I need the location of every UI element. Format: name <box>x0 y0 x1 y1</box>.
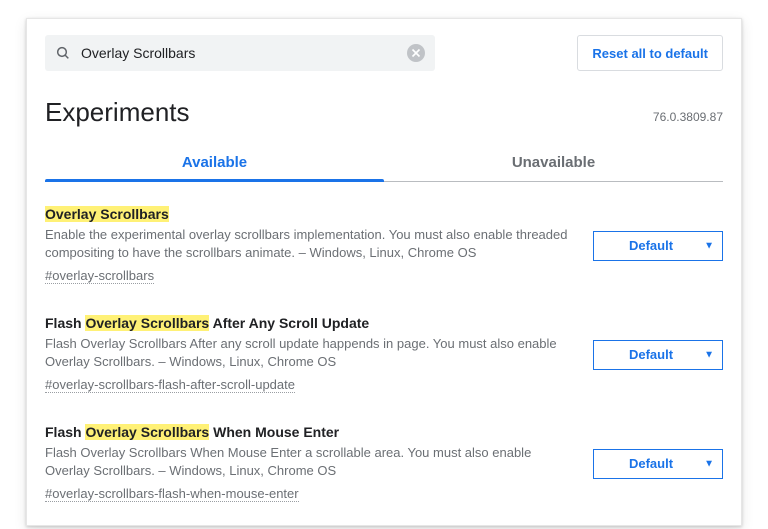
flag-state-select[interactable]: Default ▼ <box>593 231 723 261</box>
chevron-down-icon: ▼ <box>704 458 714 469</box>
search-icon <box>55 45 71 61</box>
chevron-down-icon: ▼ <box>704 349 714 360</box>
flag-text: Flash Overlay Scrollbars When Mouse Ente… <box>45 424 575 503</box>
header-row: Experiments 76.0.3809.87 <box>45 97 723 128</box>
version-label: 76.0.3809.87 <box>653 110 723 124</box>
page-title: Experiments <box>45 97 190 128</box>
flags-list: Overlay Scrollbars Enable the experimenta… <box>45 182 723 517</box>
flag-row: Overlay Scrollbars Enable the experimenta… <box>45 190 723 299</box>
search-input[interactable] <box>81 45 407 61</box>
flag-row: Flash Overlay Scrollbars When Mouse Ente… <box>45 408 723 517</box>
flag-title: Overlay Scrollbars <box>45 206 575 222</box>
flag-text: Overlay Scrollbars Enable the experimenta… <box>45 206 575 285</box>
flag-row: Flash Overlay Scrollbars After Any Scrol… <box>45 299 723 408</box>
clear-search-icon[interactable] <box>407 44 425 62</box>
search-box[interactable] <box>45 35 435 71</box>
tab-available[interactable]: Available <box>45 144 384 181</box>
chevron-down-icon: ▼ <box>704 240 714 251</box>
top-row: Reset all to default <box>45 35 723 71</box>
flag-description: Enable the experimental overlay scrollba… <box>45 226 575 261</box>
flag-title: Flash Overlay Scrollbars When Mouse Ente… <box>45 424 575 440</box>
flag-state-value: Default <box>604 238 698 253</box>
flag-title: Flash Overlay Scrollbars After Any Scrol… <box>45 315 575 331</box>
flag-description: Flash Overlay Scrollbars When Mouse Ente… <box>45 444 575 479</box>
flag-state-select[interactable]: Default ▼ <box>593 340 723 370</box>
flag-state-value: Default <box>604 347 698 362</box>
tab-unavailable[interactable]: Unavailable <box>384 144 723 181</box>
flag-hash-link[interactable]: #overlay-scrollbars <box>45 268 154 284</box>
flag-hash-link[interactable]: #overlay-scrollbars-flash-after-scroll-u… <box>45 377 295 393</box>
reset-all-button[interactable]: Reset all to default <box>577 35 723 71</box>
flag-description: Flash Overlay Scrollbars After any scrol… <box>45 335 575 370</box>
flag-state-value: Default <box>604 456 698 471</box>
flag-state-select[interactable]: Default ▼ <box>593 449 723 479</box>
flag-text: Flash Overlay Scrollbars After Any Scrol… <box>45 315 575 394</box>
spacer <box>445 35 567 71</box>
tabs: Available Unavailable <box>45 144 723 182</box>
flag-hash-link[interactable]: #overlay-scrollbars-flash-when-mouse-ent… <box>45 486 299 502</box>
experiments-panel: Reset all to default Experiments 76.0.38… <box>26 18 742 526</box>
